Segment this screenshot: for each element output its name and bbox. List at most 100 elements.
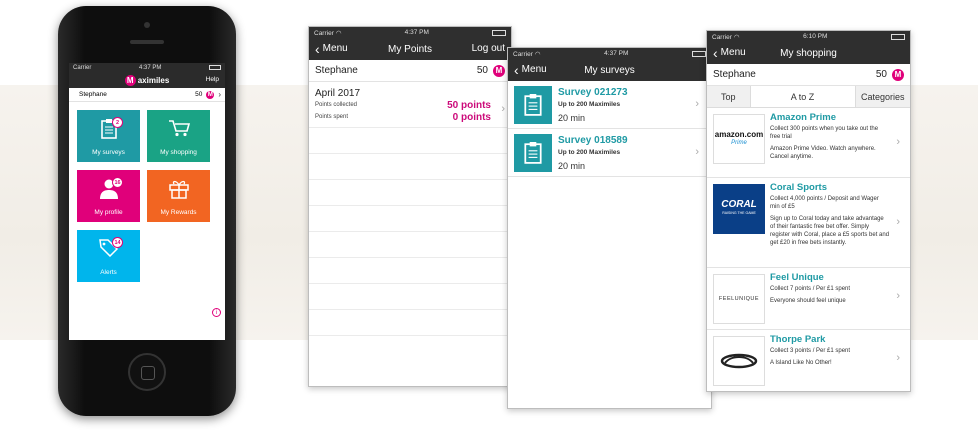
empty-row <box>309 232 511 258</box>
logo-text: amazon.com <box>714 130 764 139</box>
chevron-right-icon: › <box>896 216 900 228</box>
promo-stage: Carrier 4:37 PM M aximiles Help Stephane… <box>0 0 978 430</box>
coral-logo: CORAL RAISING THE GAME <box>713 184 765 234</box>
battery-icon <box>208 65 221 70</box>
chevron-right-icon: › <box>896 136 900 148</box>
tab-a-to-z[interactable]: A to Z <box>750 86 856 107</box>
menu-back-button[interactable]: ‹ Menu <box>514 63 547 77</box>
tab-categories[interactable]: Categories <box>855 86 910 107</box>
status-bar: Carrier 4:37 PM <box>69 63 225 72</box>
back-label: Menu <box>720 47 746 58</box>
menu-back-button[interactable]: ‹ Menu <box>713 44 746 61</box>
shop-item[interactable]: Thorpe Park Collect 3 points / Per £1 sp… <box>707 330 910 391</box>
points-label: Points collected <box>315 102 358 108</box>
shop-item[interactable]: FEELUNIQUE Feel Unique Collect 7 points … <box>707 268 910 330</box>
points-logo-icon: M <box>206 90 215 99</box>
shop-text: Thorpe Park Collect 3 points / Per £1 sp… <box>770 334 890 388</box>
empty-row <box>309 180 511 206</box>
tile-my-profile[interactable]: 16 My profile <box>77 170 140 222</box>
tile-my-surveys[interactable]: 2 My surveys <box>77 110 140 162</box>
camera-icon <box>144 22 150 28</box>
logout-button[interactable]: Log out <box>472 43 505 54</box>
chevron-right-icon: › <box>501 103 505 115</box>
shop-offer: Collect 4,000 points / Deposit and Wager… <box>770 196 879 210</box>
empty-row <box>309 258 511 284</box>
shop-description: Everyone should feel unique <box>770 298 846 304</box>
user-name: Stephane <box>315 65 358 76</box>
clock: 6:10 PM <box>803 33 828 40</box>
user-row[interactable]: Stephane 50 M › <box>69 88 225 102</box>
user-row: Stephane 50 M <box>309 60 511 82</box>
shopping-tabs: Top A to Z Categories <box>707 86 910 108</box>
tile-label: My Rewards <box>160 209 197 216</box>
back-label: Menu <box>322 43 348 54</box>
logo-subtext: Prime <box>731 140 747 146</box>
survey-duration: 20 min <box>558 161 586 171</box>
my-points-screen: Carrier ◠ 4:37 PM ‹ Menu My Points Log out… <box>308 26 512 387</box>
points-row: Points spent 0 points <box>309 111 511 123</box>
shop-name: Feel Unique <box>770 272 824 283</box>
home-button[interactable] <box>128 353 166 391</box>
feelunique-logo: FEELUNIQUE <box>713 274 765 324</box>
navigation-bar: ‹ Menu My Points Log out <box>309 38 511 60</box>
carrier-label: Carrier <box>314 29 334 37</box>
maximiles-logo-icon: M <box>493 64 505 77</box>
tile-alerts[interactable]: 14 Alerts <box>77 230 140 282</box>
shop-description: Sign up to Coral today and take advantag… <box>770 216 890 246</box>
empty-row <box>309 310 511 336</box>
user-points: 50 <box>875 69 887 80</box>
shop-name: Amazon Prime <box>770 112 836 123</box>
shop-item[interactable]: CORAL RAISING THE GAME Coral Sports Coll… <box>707 178 910 268</box>
carrier-label: Carrier <box>73 64 92 71</box>
tile-label: My shopping <box>160 149 197 156</box>
status-bar: Carrier ◠ 6:10 PM <box>707 31 910 42</box>
battery-icon <box>491 29 506 36</box>
points-row: Points collected 50 points <box>309 99 511 111</box>
tab-top[interactable]: Top <box>707 86 751 107</box>
logo-subtext: RAISING THE GAME <box>722 211 756 215</box>
shopping-cart-icon <box>168 120 190 137</box>
survey-text: Survey 021273 Up to 200 Maximiles 20 min <box>558 86 628 123</box>
help-button[interactable]: Help <box>206 76 219 83</box>
user-name: Stephane <box>713 69 756 80</box>
points-value: 50 points <box>447 99 491 111</box>
survey-item[interactable]: Survey 021273 Up to 200 Maximiles 20 min… <box>508 81 711 129</box>
chevron-right-icon: › <box>896 352 900 364</box>
chevron-right-icon: › <box>896 290 900 302</box>
clock: 4:37 PM <box>404 29 429 36</box>
chevron-left-icon: ‹ <box>315 40 320 57</box>
survey-item[interactable]: Survey 018589 Up to 200 Maximiles 20 min… <box>508 129 711 177</box>
survey-title: Survey 018589 <box>558 135 628 146</box>
info-icon[interactable]: i <box>212 308 221 317</box>
shop-text: Feel Unique Collect 7 points / Per £1 sp… <box>770 272 890 325</box>
my-surveys-screen: Carrier ◠ 4:37 PM ‹ Menu My surveys Survey… <box>507 47 712 409</box>
logo-text: CORAL <box>721 199 757 210</box>
tile-my-shopping[interactable]: My shopping <box>147 110 210 162</box>
maximiles-logo-icon: M <box>124 74 136 86</box>
shop-offer: Collect 300 points when you take out the… <box>770 126 879 140</box>
notification-badge: 14 <box>112 237 123 248</box>
shop-description: Amazon Prime Video. Watch anywhere. Canc… <box>770 146 876 160</box>
clock: 4:37 PM <box>138 64 162 71</box>
app-header: M aximiles Help <box>69 72 225 88</box>
tile-label: My profile <box>94 209 123 216</box>
chevron-left-icon: ‹ <box>713 44 718 61</box>
shop-item[interactable]: amazon.com Prime Amazon Prime Collect 30… <box>707 108 910 178</box>
notification-badge: 2 <box>112 117 123 128</box>
carrier-label: Carrier <box>513 50 533 58</box>
survey-duration: 20 min <box>558 113 586 123</box>
thorpe-park-logo <box>713 336 765 386</box>
home-screen: Carrier 4:37 PM M aximiles Help Stephane… <box>69 63 225 340</box>
notification-badge: 16 <box>112 177 123 188</box>
menu-back-button[interactable]: ‹ Menu <box>315 40 348 57</box>
status-bar: Carrier ◠ 4:37 PM <box>508 48 711 59</box>
tile-label: My surveys <box>92 149 125 156</box>
tile-my-rewards[interactable]: My Rewards <box>147 170 210 222</box>
battery-icon <box>691 50 706 57</box>
shop-name: Coral Sports <box>770 182 828 193</box>
chevron-right-icon: › <box>695 98 699 110</box>
gift-icon <box>168 180 189 199</box>
empty-row <box>309 128 511 154</box>
wifi-icon: ◠ <box>733 33 740 41</box>
navigation-bar: ‹ Menu My shopping <box>707 42 910 64</box>
